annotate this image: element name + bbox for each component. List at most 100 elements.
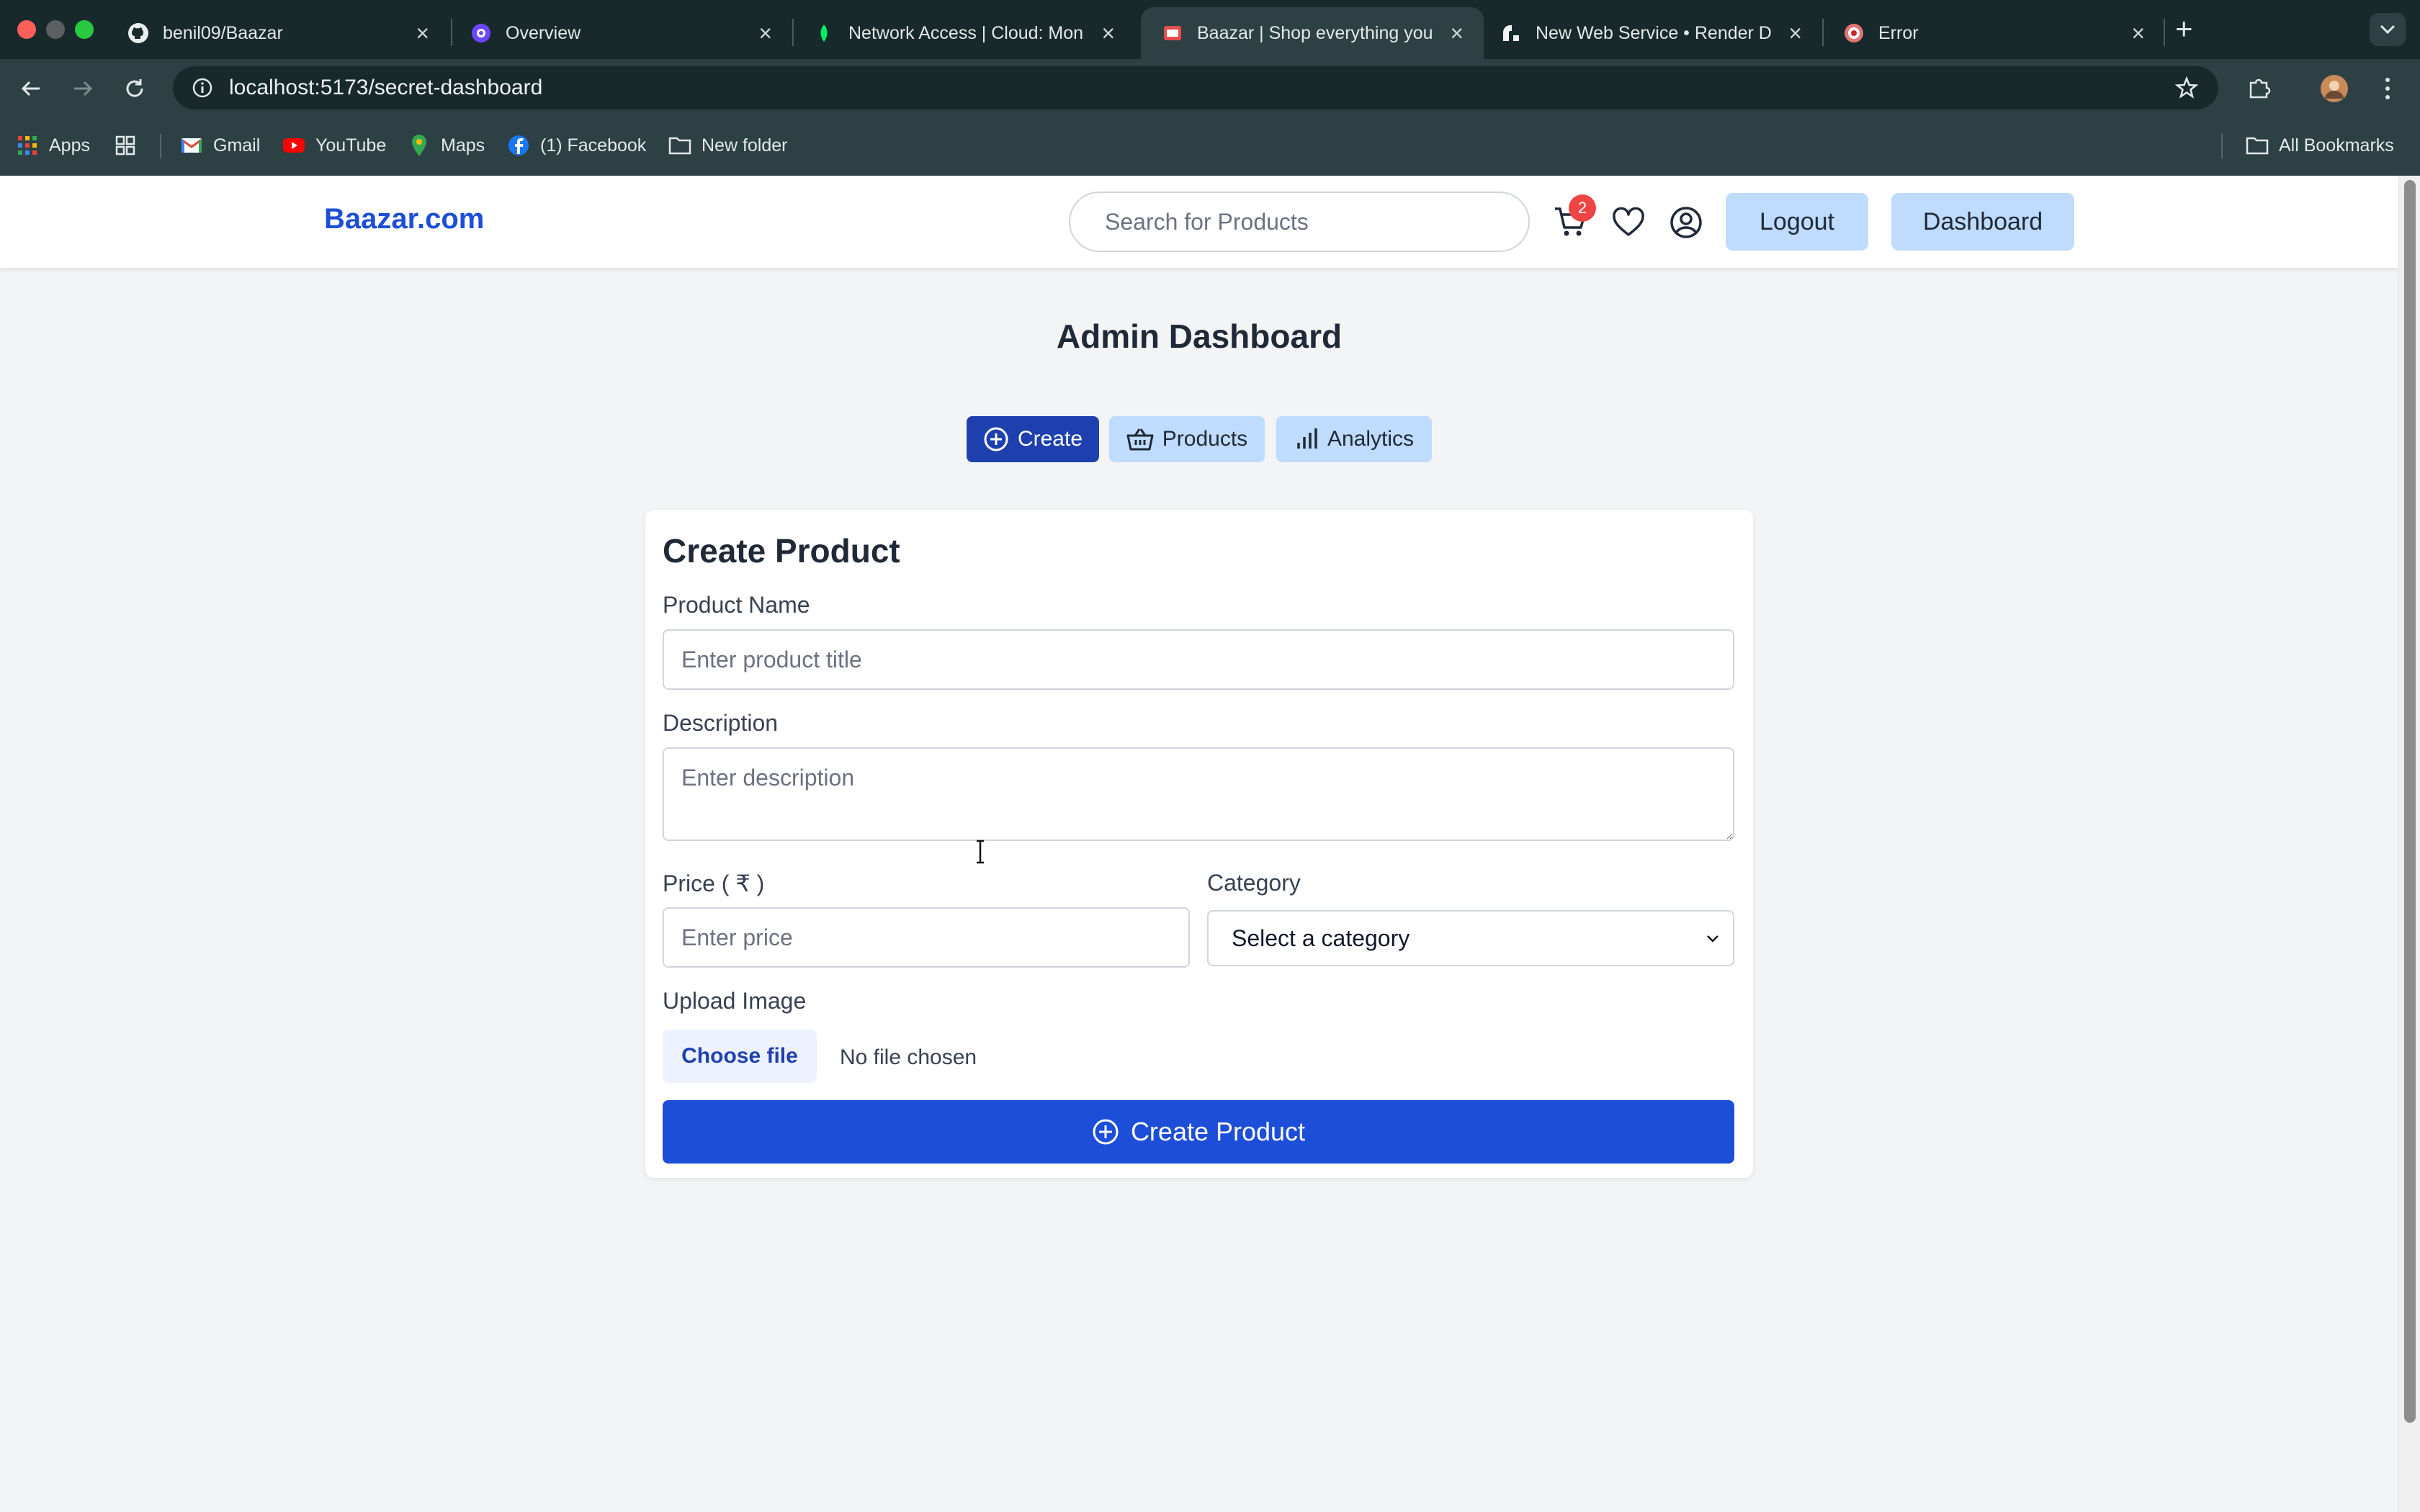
product-name-input[interactable] bbox=[663, 629, 1734, 690]
choose-file-button[interactable]: Choose file bbox=[663, 1030, 817, 1083]
plus-circle-icon bbox=[984, 427, 1008, 451]
category-label: Category bbox=[1207, 870, 1301, 896]
browser-tab-bar: benil09/Baazar × Overview × Network Acce… bbox=[0, 0, 2420, 59]
tab-title: Overview bbox=[506, 22, 581, 43]
bookmark-facebook[interactable]: (1) Facebook bbox=[507, 131, 646, 160]
search-input[interactable] bbox=[1069, 192, 1530, 252]
browser-tab-active[interactable]: Baazar | Shop everything you × bbox=[1141, 7, 1484, 59]
page-scrollbar[interactable] bbox=[2398, 176, 2420, 1512]
tab-title: Network Access | Cloud: Mon bbox=[848, 22, 1084, 43]
folder-icon bbox=[668, 134, 691, 157]
logout-button[interactable]: Logout bbox=[1726, 193, 1868, 251]
close-tab-icon[interactable]: × bbox=[2131, 20, 2145, 47]
tab-analytics[interactable]: Analytics bbox=[1276, 416, 1432, 462]
page-title: Admin Dashboard bbox=[1056, 318, 1343, 355]
close-tab-icon[interactable]: × bbox=[758, 20, 772, 47]
user-account-icon[interactable] bbox=[1668, 204, 1704, 240]
tab-products[interactable]: Products bbox=[1109, 416, 1265, 462]
chevron-down-icon bbox=[1707, 935, 1718, 942]
tab-label: Create bbox=[1017, 427, 1083, 451]
browser-tab[interactable]: Network Access | Cloud: Mon × bbox=[792, 7, 1135, 59]
tab-groups-icon bbox=[114, 134, 137, 157]
price-input[interactable] bbox=[663, 907, 1190, 968]
form-title: Create Product bbox=[663, 532, 900, 570]
forward-arrow-icon[interactable] bbox=[66, 72, 99, 105]
reload-icon[interactable] bbox=[118, 72, 151, 105]
dashboard-button[interactable]: Dashboard bbox=[1891, 193, 2074, 251]
close-window-button[interactable] bbox=[17, 20, 36, 39]
bookmark-divider bbox=[2221, 134, 2223, 158]
browser-tab[interactable]: Error × bbox=[1822, 7, 2165, 59]
category-selected-value: Select a category bbox=[1232, 924, 1410, 951]
extensions-puzzle-icon[interactable] bbox=[2243, 72, 2276, 105]
bookmark-gmail[interactable]: Gmail bbox=[180, 131, 260, 160]
price-label: Price ( ₹ ) bbox=[663, 870, 765, 896]
cart-count-badge: 2 bbox=[1569, 194, 1596, 222]
scrollbar-thumb[interactable] bbox=[2404, 180, 2416, 1423]
description-textarea[interactable] bbox=[663, 747, 1734, 841]
bookmark-label: Gmail bbox=[213, 135, 261, 156]
tab-title: Baazar | Shop everything you bbox=[1197, 22, 1433, 43]
profile-avatar[interactable] bbox=[2318, 72, 2351, 105]
site-info-icon[interactable] bbox=[192, 77, 213, 99]
tab-title: Error bbox=[1878, 22, 1919, 43]
bookmark-star-icon[interactable] bbox=[2175, 76, 2198, 99]
upload-image-label: Upload Image bbox=[663, 988, 807, 1014]
close-tab-icon[interactable]: × bbox=[1101, 20, 1115, 47]
url-text: localhost:5173/secret-dashboard bbox=[229, 76, 543, 99]
site-navbar: Baazar.com 2 Logout Dashboard bbox=[0, 176, 2398, 268]
folder-icon bbox=[2246, 134, 2269, 157]
create-product-button[interactable]: Create Product bbox=[663, 1100, 1734, 1164]
bar-chart-icon bbox=[1297, 428, 1317, 449]
bookmark-tab-groups[interactable] bbox=[114, 131, 147, 160]
maximize-window-button[interactable] bbox=[75, 20, 94, 39]
all-bookmarks[interactable]: All Bookmarks bbox=[2246, 131, 2394, 160]
page-viewport: Baazar.com 2 Logout Dashboard Admin Dash… bbox=[0, 176, 2398, 1512]
bookmark-label: New folder bbox=[702, 135, 788, 156]
facebook-icon bbox=[507, 134, 530, 157]
tab-search-chevron-icon[interactable] bbox=[2370, 13, 2406, 46]
browser-tab[interactable]: New Web Service • Render D × bbox=[1479, 7, 1822, 59]
text-cursor-icon bbox=[977, 840, 984, 864]
clerk-icon bbox=[470, 22, 493, 45]
close-tab-icon[interactable]: × bbox=[416, 20, 429, 47]
browser-tab[interactable]: benil09/Baazar × bbox=[107, 7, 449, 59]
browser-menu-icon[interactable] bbox=[2371, 72, 2404, 105]
bookmark-apps[interactable]: Apps bbox=[16, 131, 90, 160]
tab-divider bbox=[2164, 19, 2165, 46]
browser-tab[interactable]: Overview × bbox=[449, 7, 792, 59]
github-icon bbox=[127, 22, 150, 45]
submit-label: Create Product bbox=[1130, 1117, 1306, 1146]
product-name-label: Product Name bbox=[663, 592, 810, 618]
mongodb-leaf-icon bbox=[812, 22, 835, 45]
browser-toolbar: localhost:5173/secret-dashboard bbox=[0, 59, 2420, 117]
close-tab-icon[interactable]: × bbox=[1788, 20, 1802, 47]
bookmark-new-folder[interactable]: New folder bbox=[668, 131, 788, 160]
brand-logo[interactable]: Baazar.com bbox=[324, 203, 484, 235]
new-tab-button[interactable]: + bbox=[2175, 12, 2193, 46]
back-arrow-icon[interactable] bbox=[14, 72, 48, 105]
file-status-text: No file chosen bbox=[840, 1045, 977, 1069]
render-icon bbox=[1500, 22, 1523, 45]
close-tab-icon[interactable]: × bbox=[1450, 20, 1464, 47]
gmail-icon bbox=[180, 134, 203, 157]
tab-create[interactable]: Create bbox=[967, 416, 1099, 462]
maps-icon bbox=[408, 134, 431, 157]
error-favicon bbox=[1842, 22, 1865, 45]
bookmark-label: YouTube bbox=[315, 135, 387, 156]
bookmark-maps[interactable]: Maps bbox=[408, 131, 485, 160]
create-product-form: Create Product Product Name Description … bbox=[645, 510, 1753, 1178]
minimize-window-button[interactable] bbox=[46, 20, 65, 39]
description-label: Description bbox=[663, 710, 779, 736]
wishlist-heart-icon[interactable] bbox=[1610, 204, 1646, 240]
address-bar[interactable]: localhost:5173/secret-dashboard bbox=[173, 66, 2218, 109]
all-bookmarks-label: All Bookmarks bbox=[2279, 135, 2394, 156]
category-select[interactable]: Select a category bbox=[1207, 910, 1734, 966]
tab-label: Products bbox=[1162, 427, 1248, 451]
bookmark-youtube[interactable]: YouTube bbox=[282, 131, 386, 160]
tab-title: New Web Service • Render D bbox=[1536, 22, 1772, 43]
bookmark-label: (1) Facebook bbox=[540, 135, 647, 156]
tab-label: Analytics bbox=[1327, 427, 1415, 451]
youtube-icon bbox=[282, 134, 305, 157]
bookmark-label: Maps bbox=[441, 135, 485, 156]
